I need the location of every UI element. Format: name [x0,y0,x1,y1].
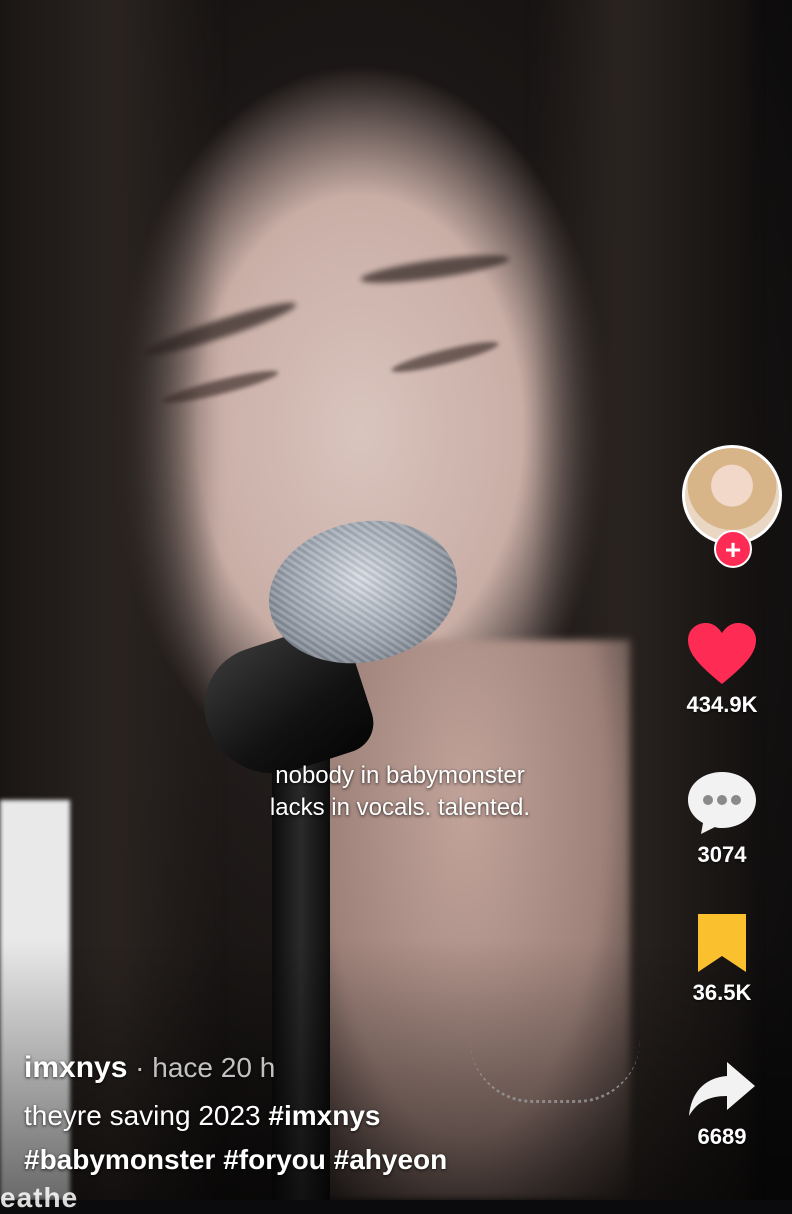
video-caption: nobody in babymonster lacks in vocals. t… [200,760,600,824]
author-line: imxnys · hace 20 h [24,1048,664,1088]
comment-icon [688,772,756,834]
post-timestamp: hace 20 h [152,1052,276,1083]
hashtag-link[interactable]: #babymonster [24,1144,215,1175]
action-rail: + 434.9K 3074 36.5K 6689 [652,0,792,1200]
post-description: theyre saving 2023 #imxnys #babymonster … [24,1094,664,1182]
comment-button[interactable]: 3074 [652,770,792,868]
hashtag-link[interactable]: #ahyeon [334,1144,448,1175]
share-count: 6689 [697,1124,747,1149]
save-count: 36.5K [692,980,752,1005]
post-meta: imxnys · hace 20 h theyre saving 2023 #i… [24,1048,664,1182]
hashtag-link[interactable]: #foryou [223,1144,326,1175]
like-button[interactable]: 434.9K [652,622,792,718]
plus-icon: + [724,534,742,565]
share-button[interactable]: 6689 [652,1060,792,1150]
share-icon [689,1062,755,1116]
heart-icon [688,623,756,684]
bookmark-icon [698,914,746,972]
like-count: 434.9K [686,692,758,717]
caption-line-2: lacks in vocals. talented. [269,794,531,821]
music-ticker[interactable]: eathe [0,1182,78,1214]
hashtag-link[interactable]: #imxnys [268,1100,380,1131]
brow-right [359,249,511,289]
comment-count: 3074 [697,842,747,867]
save-button[interactable]: 36.5K [652,912,792,1006]
caption-line-1: nobody in babymonster [275,762,525,789]
username-link[interactable]: imxnys [24,1051,127,1084]
description-text: theyre saving 2023 [24,1100,261,1131]
follow-button[interactable]: + [714,530,752,568]
separator-dot: · [127,1052,153,1083]
eye-right [389,336,501,378]
